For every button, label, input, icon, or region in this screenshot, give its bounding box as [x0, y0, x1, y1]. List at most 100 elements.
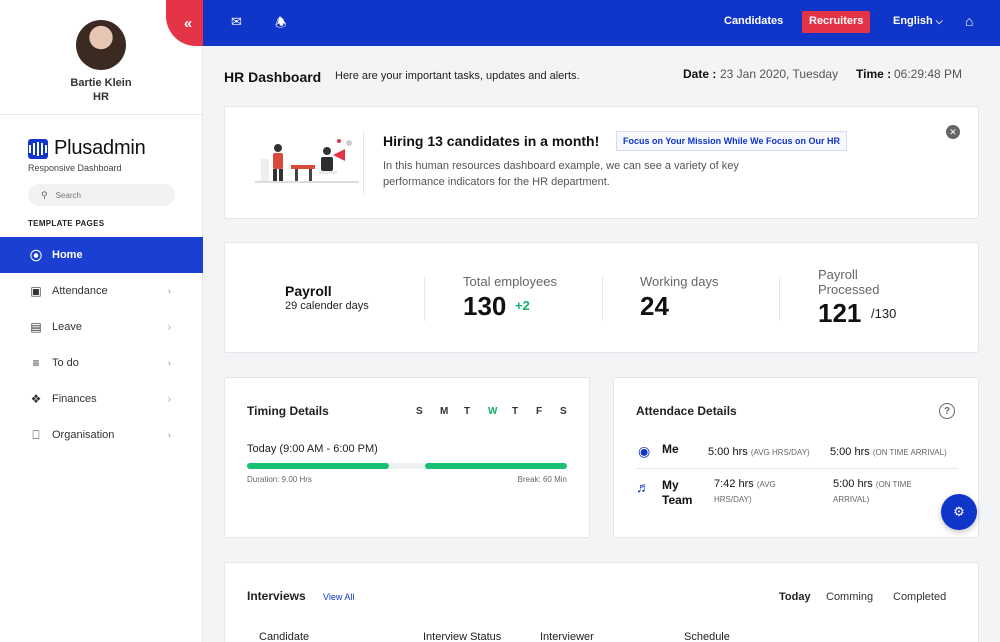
help-icon[interactable]: ? — [939, 403, 955, 419]
chevron-right-icon: › — [167, 393, 171, 405]
chevron-right-icon: › — [167, 285, 171, 297]
attendance-team-label-line1: My — [662, 478, 679, 492]
attendance-team-avg: 7:42 hrs (AVG HRS/DAY) — [714, 477, 776, 507]
timeline-work-morning — [247, 463, 389, 469]
weekday-fri[interactable]: F — [536, 406, 560, 417]
hiring-description: In this human resources dashboard exampl… — [383, 160, 739, 188]
timing-break: Break: 60 Min — [517, 475, 567, 484]
divider — [779, 277, 780, 321]
payroll-subtitle: 29 calender days — [285, 300, 369, 312]
payroll-processed-value: 121 — [818, 298, 862, 328]
attendance-team-ontime: 5:00 hrs (ON TIME ARRIVAL) — [833, 477, 912, 507]
divider — [363, 131, 364, 195]
weekday-wed[interactable]: W — [488, 406, 512, 417]
attendance-team-avg-hours: 7:42 hrs — [714, 478, 754, 490]
interviews-card: Interviews View All Today Comming Comple… — [224, 562, 979, 642]
payroll-title: Payroll — [285, 283, 332, 299]
top-bar: ✉ 🕭︎ Candidates Recruiters English ⌵ ⌂ — [203, 0, 1000, 46]
timeline-work-afternoon — [425, 463, 567, 469]
sidebar-item-label: Organisation — [52, 429, 115, 441]
payroll-processed-label: Payroll Processed — [818, 267, 879, 297]
brand[interactable]: Plusadmin — [28, 137, 146, 160]
weekday-mon[interactable]: M — [440, 406, 464, 417]
monitor-icon: ▣ — [30, 284, 42, 298]
gear-icon: ⚙ — [953, 504, 965, 519]
chevron-right-icon: › — [167, 321, 171, 333]
weekday-sun[interactable]: S — [416, 406, 440, 417]
sidebar-item-label: To do — [52, 357, 79, 369]
sidebar-item-label: Attendance — [52, 285, 108, 297]
attendance-team-ontime-hours: 5:00 hrs — [833, 478, 873, 490]
column-header-interviewer[interactable]: Interviewer — [540, 631, 594, 642]
attendance-title: Attendace Details — [636, 404, 737, 418]
hiring-card: Hiring 13 candidates in a month! Focus o… — [224, 106, 979, 219]
team-icon: ♬ — [636, 479, 650, 495]
hiring-badge[interactable]: Focus on Your Mission While We Focus on … — [616, 131, 848, 151]
column-header-interview-status[interactable]: Interview Status — [423, 631, 501, 642]
organisation-icon: ⎕ — [32, 427, 40, 442]
sidebar-item-todo[interactable]: ≡ To do › — [0, 345, 203, 381]
sidebar-item-home[interactable]: ⦿ Home — [0, 237, 203, 273]
working-days-label: Working days — [640, 274, 719, 289]
time-label: Time : — [856, 67, 892, 81]
search-box[interactable]: ⚲ — [28, 184, 175, 206]
search-input[interactable] — [55, 190, 156, 200]
divider — [602, 277, 603, 321]
bell-icon[interactable]: 🕭︎ — [275, 14, 287, 36]
inbox-icon: ▤ — [30, 320, 42, 334]
hiring-illustration — [255, 139, 359, 183]
total-employees-value: 130 — [463, 291, 507, 321]
weekday-sat[interactable]: S — [560, 406, 584, 417]
attendance-card: Attendace Details ? ◉ Me 5:00 hrs (AVG H… — [613, 377, 979, 538]
sidebar-item-label: Home — [52, 249, 83, 261]
attendance-team-label-line2: Team — [662, 493, 693, 507]
date-label: Date : — [683, 67, 717, 81]
attendance-team-avg-note-1: (AVG — [756, 480, 776, 489]
mail-icon[interactable]: ✉ — [231, 14, 242, 30]
home-icon[interactable]: ⌂ — [965, 13, 979, 29]
date-value: 23 Jan 2020, Tuesday — [720, 67, 839, 81]
settings-fab[interactable]: ⚙ — [941, 494, 977, 530]
attendance-team-avg-note-2: HRS/DAY) — [714, 495, 752, 504]
tab-today[interactable]: Today — [779, 591, 811, 603]
column-header-candidate[interactable]: Candidate — [259, 631, 309, 642]
sidebar-item-label: Leave — [52, 321, 82, 333]
user-icon: ◉ — [638, 443, 651, 459]
tab-comming[interactable]: Comming — [826, 591, 873, 603]
recruiters-button[interactable]: Recruiters — [802, 11, 871, 33]
sidebar-item-finances[interactable]: ❖ Finances › — [0, 381, 203, 417]
brand-name: Plusadmin — [54, 137, 146, 159]
sidebar-item-label: Finances — [52, 393, 97, 405]
column-header-schedule[interactable]: Schedule — [684, 631, 730, 642]
attendance-team-ontime-note-2: ARRIVAL) — [833, 495, 870, 504]
sidebar-item-attendance[interactable]: ▣ Attendance › — [0, 273, 203, 309]
attendance-me-ontime-value: 5:00 hrs — [830, 446, 870, 458]
avatar[interactable] — [76, 20, 126, 70]
tab-completed[interactable]: Completed — [893, 591, 946, 603]
weekday-thu[interactable]: T — [512, 406, 536, 417]
candidates-link[interactable]: Candidates — [724, 15, 783, 27]
weekday-tue[interactable]: T — [464, 406, 488, 417]
attendance-me-avg-value: 5:00 hrs — [708, 446, 748, 458]
payroll-processed-total: /130 — [871, 306, 897, 321]
timing-title: Timing Details — [247, 404, 329, 418]
attendance-team-ontime-note-1: (ON TIME — [875, 480, 912, 489]
attendance-me-avg: 5:00 hrs (AVG HRS/DAY) — [708, 445, 810, 460]
profile-name: Bartie Klein — [70, 77, 132, 89]
sidebar-nav: ⦿ Home ▣ Attendance › ▤ Leave › ≡ To do … — [0, 237, 203, 453]
divider — [424, 277, 425, 321]
language-select[interactable]: English ⌵ — [893, 15, 943, 27]
finance-icon: ❖ — [30, 392, 42, 406]
sidebar-item-leave[interactable]: ▤ Leave › — [0, 309, 203, 345]
view-all-link[interactable]: View All — [323, 592, 354, 602]
close-icon[interactable]: ✕ — [946, 125, 960, 139]
sidebar: Bartie Klein HR Plusadmin Responsive Das… — [0, 0, 203, 642]
weekday-selector: S M T W T F S — [416, 406, 584, 417]
list-icon: ≡ — [32, 356, 40, 370]
attendance-me-ontime: 5:00 hrs (ON TIME ARRIVAL) — [830, 445, 947, 460]
timing-today: Today (9:00 AM - 6:00 PM) — [247, 443, 378, 455]
attendance-team-ontime-value: 5:00 hrs (ON TIME — [833, 477, 912, 492]
payroll-processed-label-line2: Processed — [818, 282, 880, 297]
sidebar-item-organisation[interactable]: ⎕ Organisation › — [0, 417, 203, 453]
brand-logo-icon — [28, 138, 48, 159]
